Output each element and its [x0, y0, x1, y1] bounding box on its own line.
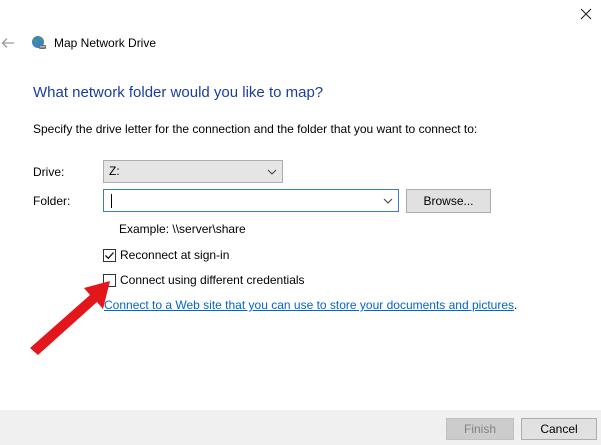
page-heading: What network folder would you like to ma…	[33, 84, 324, 101]
web-site-link[interactable]: Connect to a Web site that you can use t…	[104, 298, 514, 312]
drive-select-value: Z:	[109, 164, 120, 178]
back-arrow-icon	[1, 38, 14, 48]
text-caret	[111, 194, 112, 208]
credentials-label: Connect using different credentials	[120, 272, 305, 287]
chevron-down-icon	[267, 169, 277, 175]
red-arrow-icon	[30, 281, 110, 355]
web-link-period: .	[514, 298, 518, 312]
web-link-line: Connect to a Web site that you can use t…	[104, 298, 517, 313]
checkmark-icon	[105, 251, 114, 259]
drive-select[interactable]: Z:	[103, 160, 283, 183]
back-button[interactable]	[0, 34, 16, 52]
network-drive-icon	[31, 35, 47, 51]
folder-label: Folder:	[33, 194, 71, 208]
folder-input[interactable]	[103, 189, 399, 212]
window-title: Map Network Drive	[54, 36, 157, 50]
reconnect-checkbox[interactable]	[103, 248, 116, 262]
close-icon	[580, 8, 591, 20]
cancel-button[interactable]: Cancel	[521, 418, 597, 440]
credentials-option[interactable]: Connect using different credentials	[103, 272, 305, 288]
instructions-text: Specify the drive letter for the connect…	[33, 122, 478, 136]
close-button[interactable]	[570, 0, 601, 28]
finish-button[interactable]: Finish	[446, 418, 514, 440]
reconnect-option[interactable]: Reconnect at sign-in	[103, 247, 229, 263]
chevron-down-icon[interactable]	[382, 194, 394, 208]
reconnect-label: Reconnect at sign-in	[120, 247, 230, 262]
drive-label: Drive:	[33, 165, 65, 179]
example-text: Example: \\server\share	[119, 222, 246, 236]
browse-button[interactable]: Browse...	[406, 189, 491, 213]
